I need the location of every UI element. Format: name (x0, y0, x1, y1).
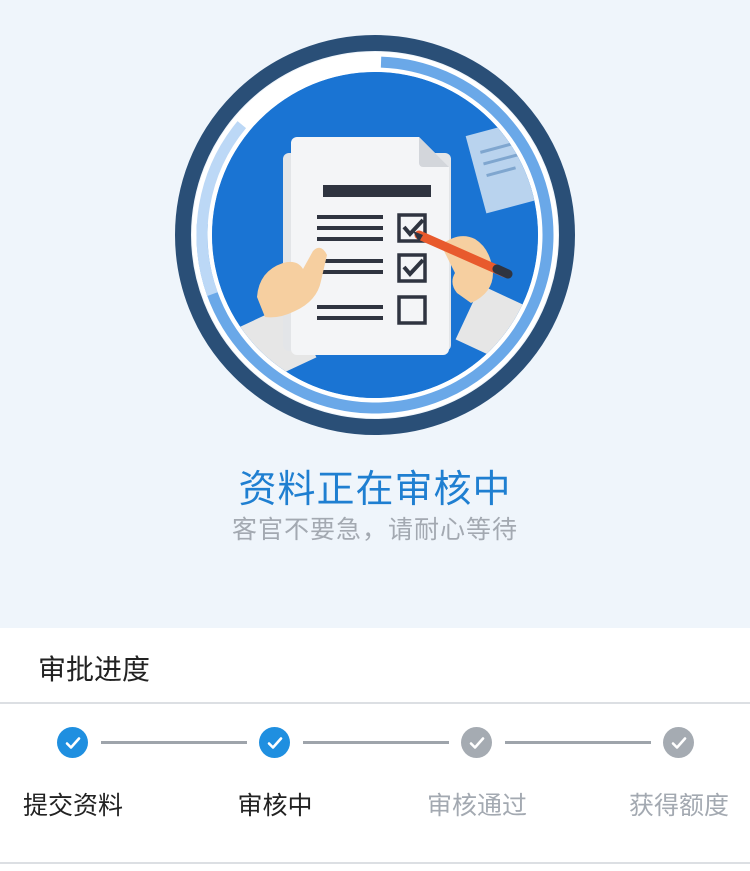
progress-title: 审批进度 (38, 653, 151, 686)
step-4-check-icon (663, 727, 694, 758)
document-review-illustration (175, 35, 575, 435)
step-connector (101, 741, 247, 744)
step-2-check-icon (259, 727, 290, 758)
status-title: 资料正在审核中 (238, 467, 512, 511)
step-connector (303, 741, 449, 744)
step-connector (505, 741, 651, 744)
step-4-label: 获得额度 (628, 791, 729, 820)
step-1-label: 提交资料 (22, 791, 123, 820)
step-1-check-icon (57, 727, 88, 758)
progress-header: 审批进度 (0, 628, 750, 704)
step-3-label: 审核通过 (426, 791, 527, 820)
bottom-divider (0, 862, 750, 864)
step-3-check-icon (461, 727, 492, 758)
step-2-label: 审核中 (237, 791, 313, 820)
progress-steps: 提交资料 审核中 审核通过 获得额度 (0, 704, 750, 862)
hero-section: 资料正在审核中 客官不要急，请耐心等待 (0, 0, 750, 628)
status-subtitle: 客官不要急，请耐心等待 (231, 515, 518, 544)
